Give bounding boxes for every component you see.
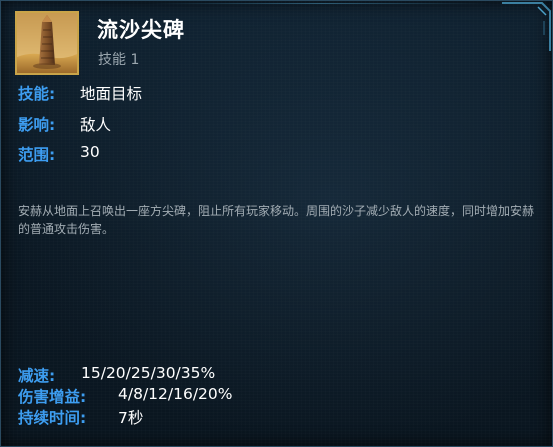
ability-title: 流沙尖碑 [97,18,185,42]
property-row-range: 范围: 30 [18,143,100,165]
stat-label: 持续时间: [18,409,87,427]
stat-value: 15/20/25/30/35% [81,364,216,382]
property-value: 地面目标 [80,85,143,103]
ability-icon [15,11,79,75]
obelisk-icon [17,13,77,73]
property-label: 技能: [18,85,56,103]
ability-slot-label: 技能 1 [98,52,140,68]
property-row-affects: 影响: 敌人 [18,113,111,135]
stat-label: 伤害增益: [18,388,87,406]
ability-description: 安赫从地面上召唤出一座方尖碑，阻止所有玩家移动。周围的沙子减少敌人的速度，同时增… [18,204,535,236]
property-row-target: 技能: 地面目标 [18,82,142,104]
property-value: 30 [80,143,100,161]
top-glow-line [151,3,492,4]
ability-tooltip: 流沙尖碑 技能 1 技能: 地面目标 影响: 敌人 范围: 30 安赫从地面上召… [0,0,553,447]
corner-decoration-icon [502,2,551,51]
stat-value: 4/8/12/16/20% [118,385,233,403]
property-label: 影响: [18,116,56,134]
stat-row-damage-buff: 伤害增益: 4/8/12/16/20% [18,385,233,407]
property-label: 范围: [18,146,56,164]
stat-value: 7秒 [118,409,144,427]
stat-row-slow: 减速: 15/20/25/30/35% [18,364,215,386]
stat-label: 减速: [18,367,56,385]
stat-row-duration: 持续时间: 7秒 [18,406,143,428]
property-value: 敌人 [80,116,112,134]
